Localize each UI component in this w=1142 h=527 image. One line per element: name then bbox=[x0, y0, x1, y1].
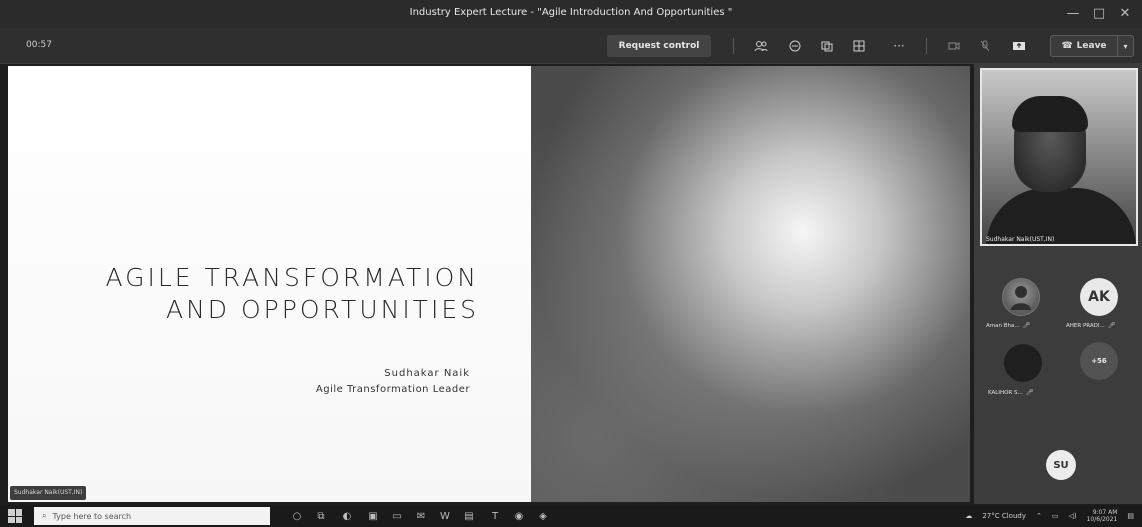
search-icon: ⌕ bbox=[42, 511, 47, 520]
leave-label: Leave bbox=[1076, 41, 1107, 51]
slide-title-line: AND OPPORTUNITIES bbox=[165, 295, 479, 324]
chevron-up-icon[interactable]: ⌃ bbox=[1036, 512, 1042, 520]
window-title: Industry Expert Lecture - "Agile Introdu… bbox=[409, 7, 733, 18]
slide-title-line: AGILE TRANSFORMATION bbox=[105, 263, 479, 292]
participants-icon[interactable] bbox=[752, 37, 770, 55]
cortana-icon[interactable]: ○ bbox=[290, 509, 304, 523]
meeting-toolbar: 00:57 Request control ··· ☎ Leave ▾ bbox=[0, 28, 1142, 64]
toolbar-divider bbox=[926, 38, 927, 54]
window-controls: — □ ✕ bbox=[1062, 2, 1136, 24]
volume-icon[interactable]: ◁) bbox=[1068, 512, 1076, 520]
network-icon[interactable]: ▭ bbox=[1052, 512, 1059, 520]
participant-label: AHER PRADI... 🎤︎ bbox=[1066, 322, 1116, 329]
task-view-icon[interactable]: ⧉ bbox=[314, 509, 328, 523]
chevron-down-icon[interactable]: ▾ bbox=[1117, 36, 1133, 56]
rooms-icon[interactable] bbox=[850, 37, 868, 55]
participants-panel: Sudhakar Naik(UST,IN) Aman Bha... 🎤︎ AK A… bbox=[974, 64, 1142, 504]
mic-icon: 🎤︎ bbox=[1022, 322, 1031, 329]
toolbar-divider bbox=[733, 38, 734, 54]
system-tray: ☁ 27°C Cloudy ⌃ ▭ ◁) 9:07 AM 10/6/2021 ▤ bbox=[965, 509, 1134, 523]
clock-date: 10/6/2021 bbox=[1086, 516, 1118, 523]
app-icon[interactable]: ◈ bbox=[536, 509, 550, 523]
shared-screen: AGILE TRANSFORMATION AND OPPORTUNITIES S… bbox=[8, 66, 970, 502]
participant-avatar[interactable] bbox=[1004, 344, 1042, 382]
reactions-icon[interactable] bbox=[818, 37, 836, 55]
request-control-button[interactable]: Request control bbox=[607, 35, 711, 57]
chrome-icon[interactable]: ◉ bbox=[512, 509, 526, 523]
close-button[interactable]: ✕ bbox=[1114, 2, 1136, 24]
minimize-button[interactable]: — bbox=[1062, 2, 1084, 24]
slide-text-area: AGILE TRANSFORMATION AND OPPORTUNITIES S… bbox=[8, 66, 531, 502]
title-bar: Industry Expert Lecture - "Agile Introdu… bbox=[0, 0, 1142, 28]
os-taskbar: ⌕ Type here to search ○ ⧉ ◐ ▣ ▭ ✉ W ▤ T … bbox=[0, 505, 1142, 527]
search-placeholder: Type here to search bbox=[52, 511, 132, 521]
mic-icon: 🎤︎ bbox=[1025, 389, 1034, 396]
edge-icon[interactable]: ◐ bbox=[340, 509, 354, 523]
mail-icon[interactable]: ✉ bbox=[414, 509, 428, 523]
leave-button[interactable]: ☎ Leave ▾ bbox=[1050, 35, 1134, 57]
weather-text[interactable]: 27°C Cloudy bbox=[982, 512, 1026, 520]
presenter-name: Sudhakar Naik bbox=[384, 368, 470, 379]
mic-off-icon[interactable] bbox=[976, 37, 994, 55]
active-speaker-tag: Sudhakar Naik(UST,IN) bbox=[10, 486, 87, 500]
maximize-button[interactable]: □ bbox=[1088, 2, 1110, 24]
participant-avatar[interactable]: SU bbox=[1046, 450, 1076, 480]
share-icon[interactable] bbox=[1010, 37, 1028, 55]
presenter-role: Agile Transformation Leader bbox=[315, 384, 470, 395]
video-name-label: Sudhakar Naik(UST,IN) bbox=[986, 236, 1055, 243]
taskbar-search-input[interactable]: ⌕ Type here to search bbox=[34, 507, 270, 525]
participant-label: Aman Bha... 🎤︎ bbox=[986, 322, 1031, 329]
word-icon[interactable]: W bbox=[438, 509, 452, 523]
clock-time: 9:07 AM bbox=[1092, 509, 1118, 516]
person-icon bbox=[1011, 286, 1031, 310]
windows-start-icon[interactable] bbox=[8, 509, 22, 523]
notifications-icon[interactable]: ▤ bbox=[1127, 512, 1134, 520]
teams-icon[interactable]: T bbox=[488, 509, 502, 523]
main-video-tile[interactable]: Sudhakar Naik(UST,IN) bbox=[980, 68, 1138, 246]
chat-icon[interactable] bbox=[786, 37, 804, 55]
slide-title: AGILE TRANSFORMATION AND OPPORTUNITIES bbox=[105, 262, 479, 326]
app-icon[interactable]: ▤ bbox=[462, 509, 476, 523]
camera-off-icon[interactable] bbox=[945, 37, 963, 55]
store-icon[interactable]: ▣ bbox=[366, 509, 380, 523]
meeting-timer: 00:57 bbox=[26, 40, 52, 50]
explorer-icon[interactable]: ▭ bbox=[390, 509, 404, 523]
participant-label: KALIHOR S... 🎤︎ bbox=[988, 389, 1034, 396]
person-hair bbox=[1012, 96, 1088, 132]
clock[interactable]: 9:07 AM 10/6/2021 bbox=[1087, 509, 1118, 523]
slide-background-image bbox=[531, 66, 970, 502]
more-icon[interactable]: ··· bbox=[890, 37, 908, 55]
participant-avatar[interactable] bbox=[1002, 278, 1040, 316]
cloud-icon: ☁ bbox=[965, 512, 973, 520]
participant-avatar[interactable]: AK bbox=[1080, 278, 1118, 316]
mic-icon: 🎤︎ bbox=[1107, 322, 1116, 329]
phone-icon: ☎ bbox=[1061, 41, 1073, 51]
more-participants-button[interactable]: +56 bbox=[1080, 342, 1118, 380]
